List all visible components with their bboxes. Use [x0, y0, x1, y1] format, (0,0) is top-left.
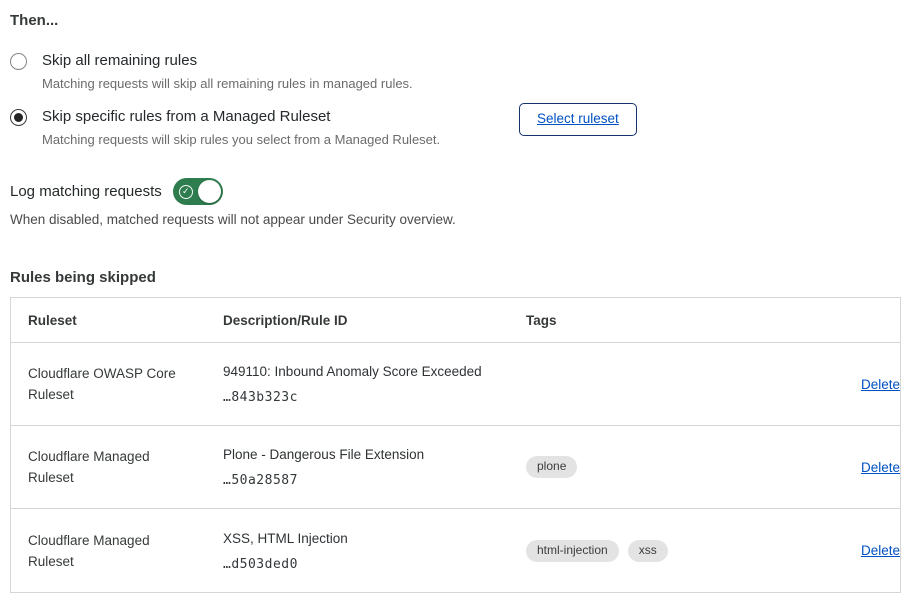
rules-table-body: Cloudflare OWASP Core Ruleset 949110: In…: [11, 343, 900, 592]
rule-id: …843b323c: [223, 390, 526, 405]
toggle-knob: [198, 180, 221, 203]
log-matching-label: Log matching requests: [10, 182, 162, 202]
log-matching-row: Log matching requests ✓: [10, 178, 899, 205]
tag-chip: xss: [628, 540, 668, 562]
tag-chip: html-injection: [526, 540, 619, 562]
check-icon: ✓: [179, 185, 193, 199]
tags-cell: plone: [526, 456, 739, 478]
option-description: Matching requests will skip rules you se…: [42, 131, 440, 149]
table-header-row: Ruleset Description/Rule ID Tags: [11, 298, 900, 343]
radio-dot: [14, 113, 23, 122]
radio-skip-all-rules[interactable]: [10, 53, 27, 70]
option-description: Matching requests will skip all remainin…: [42, 75, 413, 93]
column-header-ruleset: Ruleset: [11, 298, 223, 343]
ruleset-name: Cloudflare Managed Ruleset: [28, 530, 223, 572]
option-skip-specific-rules: Skip specific rules from a Managed Rules…: [10, 107, 899, 149]
rules-table: Ruleset Description/Rule ID Tags Cloudfl…: [10, 297, 901, 593]
radio-skip-specific-rules[interactable]: [10, 109, 27, 126]
waf-rule-config-page: Then... Skip all remaining rules Matchin…: [0, 0, 911, 593]
option-text: Skip specific rules from a Managed Rules…: [42, 107, 440, 149]
ruleset-name: Cloudflare Managed Ruleset: [28, 446, 223, 488]
rule-description: Plone - Dangerous File Extension: [223, 446, 526, 464]
log-matching-toggle[interactable]: ✓: [173, 178, 223, 205]
option-text: Skip all remaining rules Matching reques…: [42, 51, 413, 93]
delete-link[interactable]: Delete: [861, 543, 900, 558]
table-row: Cloudflare OWASP Core Ruleset 949110: In…: [11, 343, 900, 426]
log-matching-description: When disabled, matched requests will not…: [10, 211, 899, 229]
option-label[interactable]: Skip all remaining rules: [42, 51, 413, 71]
rule-id: …d503ded0: [223, 557, 526, 572]
delete-link[interactable]: Delete: [861, 460, 900, 475]
delete-link[interactable]: Delete: [861, 377, 900, 392]
option-skip-all-rules: Skip all remaining rules Matching reques…: [10, 51, 899, 93]
tag-chip: plone: [526, 456, 577, 478]
column-header-tags: Tags: [526, 298, 739, 343]
rules-table-title: Rules being skipped: [10, 269, 899, 287]
action-options: Skip all remaining rules Matching reques…: [10, 51, 899, 149]
select-ruleset-button[interactable]: Select ruleset: [519, 103, 637, 136]
ruleset-name: Cloudflare OWASP Core Ruleset: [28, 363, 223, 405]
table-row: Cloudflare Managed Ruleset Plone - Dange…: [11, 426, 900, 509]
tags-cell: html-injection xss: [526, 540, 739, 562]
rule-id: …50a28587: [223, 473, 526, 488]
rule-description: XSS, HTML Injection: [223, 530, 526, 548]
option-label[interactable]: Skip specific rules from a Managed Rules…: [42, 107, 440, 127]
table-row: Cloudflare Managed Ruleset XSS, HTML Inj…: [11, 509, 900, 592]
rule-description: 949110: Inbound Anomaly Score Exceeded: [223, 363, 526, 381]
column-header-actions: [739, 298, 900, 343]
then-section-title: Then...: [10, 12, 899, 30]
column-header-description: Description/Rule ID: [223, 298, 526, 343]
